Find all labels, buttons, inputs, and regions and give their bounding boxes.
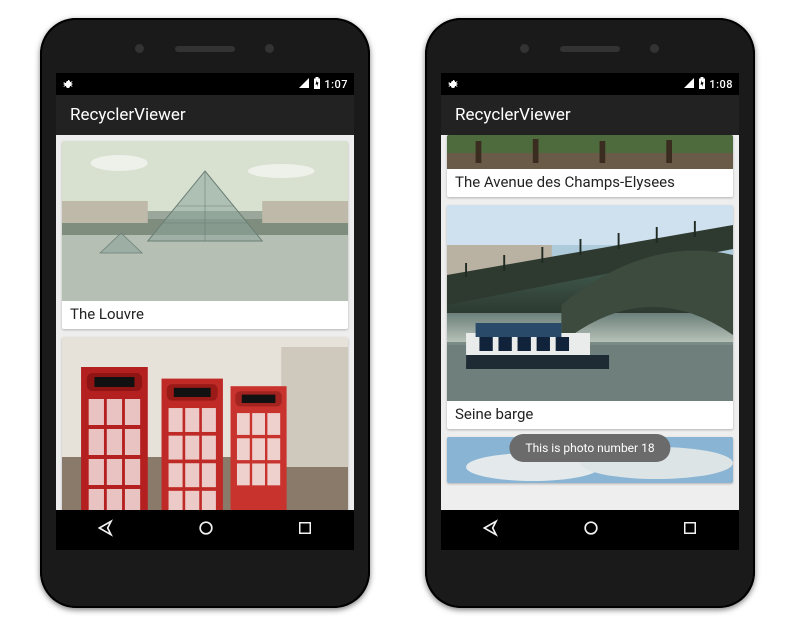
app-title: RecyclerViewer xyxy=(70,105,186,125)
nav-bar xyxy=(441,510,739,550)
status-time: 1:07 xyxy=(324,78,348,91)
stage: 1:07 RecyclerViewer xyxy=(0,0,800,627)
recycler-view[interactable]: The Louvre xyxy=(56,135,354,510)
card-caption: The Louvre xyxy=(62,301,348,329)
phone-sensor xyxy=(135,44,144,53)
list-item[interactable] xyxy=(62,337,348,510)
card-caption: Seine barge xyxy=(447,401,733,429)
signal-icon xyxy=(298,77,310,92)
toast: This is photo number 18 xyxy=(509,434,670,462)
phone-sensor xyxy=(520,44,529,53)
card-image-champs xyxy=(447,135,733,169)
back-button[interactable] xyxy=(96,518,116,542)
list-item[interactable]: The Avenue des Champs-Elysees xyxy=(447,135,733,197)
phone-camera xyxy=(650,44,659,53)
phone-left: 1:07 RecyclerViewer xyxy=(40,18,370,608)
nav-bar xyxy=(56,510,354,550)
phone-earpiece xyxy=(560,46,620,52)
recents-button[interactable] xyxy=(681,519,699,541)
battery-icon xyxy=(698,77,706,92)
screen: 1:07 RecyclerViewer xyxy=(56,73,354,550)
phone-earpiece xyxy=(175,46,235,52)
phone-right: 1:08 RecyclerViewer xyxy=(425,18,755,608)
app-title: RecyclerViewer xyxy=(455,105,571,125)
battery-icon xyxy=(313,77,321,92)
list-item[interactable]: The Louvre xyxy=(62,141,348,329)
action-bar: RecyclerViewer xyxy=(56,95,354,135)
recents-button[interactable] xyxy=(296,519,314,541)
home-button[interactable] xyxy=(196,518,216,542)
card-image-seine xyxy=(447,205,733,401)
home-button[interactable] xyxy=(581,518,601,542)
card-image-phonebooth xyxy=(62,337,348,510)
card-image-louvre xyxy=(62,141,348,301)
phone-camera xyxy=(265,44,274,53)
debug-icon xyxy=(447,77,459,90)
screen: 1:08 RecyclerViewer xyxy=(441,73,739,550)
action-bar: RecyclerViewer xyxy=(441,95,739,135)
back-button[interactable] xyxy=(481,518,501,542)
recycler-view[interactable]: The Avenue des Champs-Elysees xyxy=(441,135,739,510)
list-item[interactable]: Seine barge xyxy=(447,205,733,429)
status-time: 1:08 xyxy=(709,78,733,91)
signal-icon xyxy=(683,77,695,92)
card-caption: The Avenue des Champs-Elysees xyxy=(447,169,733,197)
status-bar: 1:08 xyxy=(441,73,739,95)
debug-icon xyxy=(62,77,74,90)
status-bar: 1:07 xyxy=(56,73,354,95)
